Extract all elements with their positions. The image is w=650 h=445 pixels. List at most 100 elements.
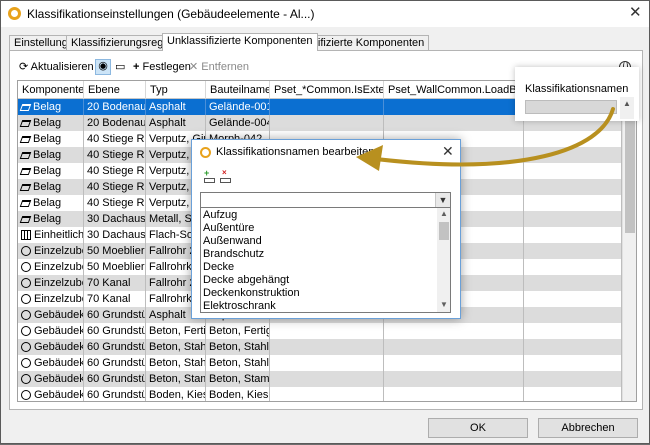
table-cell[interactable] (384, 371, 524, 387)
table-cell[interactable] (384, 115, 524, 131)
scroll-up-icon[interactable]: ▲ (440, 209, 448, 218)
table-cell[interactable]: 50 Moeblieru... (84, 259, 146, 275)
table-cell[interactable] (524, 163, 622, 179)
table-cell[interactable] (524, 371, 622, 387)
table-cell[interactable]: Gebäudek... (18, 339, 84, 355)
table-cell[interactable]: Gebäudek... (18, 323, 84, 339)
table-row[interactable]: Gebäudek...60 Grundstüc... Boden, KiesBod… (18, 387, 622, 401)
table-cell[interactable]: 40 Stiege Ra... (84, 179, 146, 195)
table-cell[interactable] (270, 387, 384, 401)
table-cell[interactable]: Gebäudek... (18, 371, 84, 387)
classification-combobox[interactable]: ▼ (200, 192, 451, 208)
tab-unklassifizierte-komponenten[interactable]: Unklassifizierte Komponenten (162, 33, 318, 51)
delete-entry-button[interactable]: × (220, 168, 232, 184)
table-cell[interactable]: 40 Stiege Ra... (84, 147, 146, 163)
table-cell[interactable]: Belag (18, 147, 84, 163)
table-cell[interactable]: Gebäudek... (18, 307, 84, 323)
table-cell[interactable]: 20 Bodenauf... (84, 99, 146, 115)
dropdown-option[interactable]: Außentüre (203, 222, 254, 235)
column-header[interactable]: Pset_*Common.IsExternal (270, 81, 384, 99)
dropdown-option[interactable]: Decke abgehängt (203, 274, 289, 287)
table-cell[interactable]: Beton, Stamp... (146, 371, 206, 387)
table-cell[interactable]: 30 Dachausbau (84, 227, 146, 243)
table-cell[interactable] (524, 131, 622, 147)
table-cell[interactable] (384, 339, 524, 355)
table-cell[interactable]: Gebäudek... (18, 355, 84, 371)
table-cell[interactable] (524, 195, 622, 211)
table-cell[interactable] (524, 227, 622, 243)
scroll-down-icon[interactable]: ▼ (440, 300, 448, 309)
table-cell[interactable] (270, 371, 384, 387)
table-cell[interactable]: Gelände-004 (206, 115, 270, 131)
table-cell[interactable] (524, 243, 622, 259)
table-cell[interactable]: Asphalt (146, 115, 206, 131)
dropdown-option[interactable]: Aufzug (203, 209, 237, 222)
table-cell[interactable]: Belag (18, 179, 84, 195)
table-cell[interactable]: Beton, Stahlb... (146, 355, 206, 371)
chevron-down-icon[interactable]: ▼ (435, 193, 450, 207)
scroll-up-icon[interactable]: ▲ (620, 97, 634, 119)
dropdown-scrollbar[interactable]: ▲ ▼ (437, 208, 450, 312)
visibility-toggle-button[interactable]: ◉ (95, 59, 111, 75)
table-cell[interactable]: Einzelzube... (18, 291, 84, 307)
table-cell[interactable] (384, 99, 524, 115)
table-cell[interactable]: Beton, Stahlb... (206, 339, 270, 355)
table-cell[interactable] (524, 211, 622, 227)
table-cell[interactable] (524, 275, 622, 291)
table-cell[interactable]: Gebäudek... (18, 387, 84, 401)
dropdown-option[interactable]: Außenwand (203, 235, 262, 248)
table-cell[interactable]: 60 Grundstüc... (84, 323, 146, 339)
table-cell[interactable]: Beton, Stahlb... (206, 355, 270, 371)
refresh-button[interactable]: ⟳ Aktualisieren (19, 58, 94, 76)
dropdown-option[interactable]: Decke (203, 261, 234, 274)
table-cell[interactable] (384, 323, 524, 339)
dialog-close-button[interactable]: ✕ (442, 143, 454, 160)
table-cell[interactable] (524, 179, 622, 195)
table-cell[interactable]: Einheitlich... (18, 227, 84, 243)
table-cell[interactable]: Belag (18, 99, 84, 115)
table-cell[interactable] (270, 99, 384, 115)
table-cell[interactable] (524, 147, 622, 163)
dropdown-option[interactable]: Brandschutz (203, 248, 264, 261)
table-cell[interactable]: 60 Grundstüc... (84, 307, 146, 323)
table-cell[interactable] (524, 259, 622, 275)
table-cell[interactable]: Boden, Kies (146, 387, 206, 401)
table-cell[interactable]: 40 Stiege Ra... (84, 195, 146, 211)
dropdown-option[interactable]: Elektroschrank (203, 300, 276, 312)
table-cell[interactable]: 40 Stiege Ra... (84, 131, 146, 147)
scroll-thumb[interactable] (625, 113, 635, 233)
table-cell[interactable] (384, 355, 524, 371)
table-cell[interactable]: Gelände-001 (206, 99, 270, 115)
dropdown-option[interactable]: Deckenkonstruktion (203, 287, 300, 300)
table-cell[interactable] (270, 339, 384, 355)
table-cell[interactable]: 60 Grundstüc... (84, 371, 146, 387)
classification-cell[interactable] (525, 100, 617, 114)
add-entry-button[interactable]: + (204, 168, 216, 184)
table-cell[interactable]: 20 Bodenauf... (84, 115, 146, 131)
window-close-button[interactable]: ✕ (629, 5, 642, 21)
table-cell[interactable]: Boden, Kies (206, 387, 270, 401)
column-header[interactable]: Typ (146, 81, 206, 99)
column-header[interactable]: Bauteilname (206, 81, 270, 99)
assign-button[interactable]: + Festlegen (133, 58, 191, 76)
table-cell[interactable]: 50 Moeblieru... (84, 243, 146, 259)
table-cell[interactable]: Belag (18, 131, 84, 147)
table-cell[interactable]: Beton, Fertigt... (146, 323, 206, 339)
table-cell[interactable]: 40 Stiege Ra... (84, 163, 146, 179)
table-cell[interactable]: Einzelzube... (18, 243, 84, 259)
table-scrollbar[interactable]: ▲ (622, 99, 636, 401)
table-cell[interactable] (270, 355, 384, 371)
table-cell[interactable] (270, 115, 384, 131)
table-cell[interactable] (524, 355, 622, 371)
folder-icon[interactable]: ▭ (115, 58, 125, 76)
table-cell[interactable]: Einzelzube... (18, 275, 84, 291)
table-cell[interactable]: 60 Grundstüc... (84, 339, 146, 355)
table-cell[interactable]: 70 Kanal (84, 291, 146, 307)
table-cell[interactable]: Einzelzube... (18, 259, 84, 275)
ok-button[interactable]: OK (428, 418, 528, 438)
remove-button[interactable]: ✕ Entfernen (189, 58, 249, 76)
column-header[interactable]: Komponente (18, 81, 84, 99)
table-cell[interactable]: Belag (18, 195, 84, 211)
column-header[interactable]: Ebene (84, 81, 146, 99)
column-header[interactable]: Pset_WallCommon.LoadBearing (384, 81, 524, 99)
